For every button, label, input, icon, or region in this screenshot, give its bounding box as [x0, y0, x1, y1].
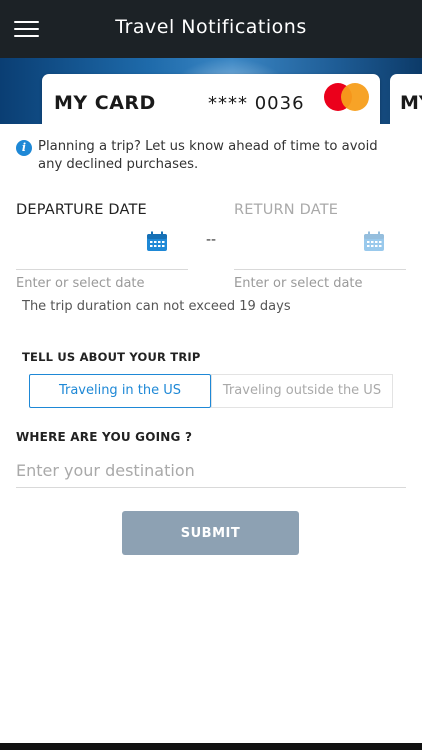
- trip-type-label: TELL US ABOUT YOUR TRIP: [22, 350, 201, 364]
- date-separator: --: [206, 232, 217, 248]
- return-date-hint: Enter or select date: [234, 276, 363, 291]
- mastercard-logo-icon: [324, 83, 370, 111]
- departure-date-underline: [16, 269, 188, 270]
- next-card-tile[interactable]: MY: [390, 74, 422, 124]
- next-card-name: MY: [400, 92, 422, 114]
- calendar-icon[interactable]: [146, 231, 168, 252]
- trip-duration-note: The trip duration can not exceed 19 days: [22, 299, 291, 314]
- card-name: MY CARD: [54, 92, 156, 114]
- card-carousel[interactable]: MY CARD **** 0036 MY: [0, 58, 422, 124]
- departure-date-label: DEPARTURE DATE: [16, 202, 147, 218]
- traveling-outside-us-option[interactable]: Traveling outside the US: [211, 374, 393, 408]
- info-text: Planning a trip? Let us know ahead of ti…: [38, 139, 378, 172]
- calendar-icon[interactable]: [363, 231, 385, 252]
- return-date-underline: [234, 269, 406, 270]
- destination-label: WHERE ARE YOU GOING ?: [16, 430, 193, 444]
- bottom-edge-bar: [0, 743, 422, 750]
- page-title: Travel Notifications: [115, 16, 307, 38]
- card-tile[interactable]: MY CARD **** 0036: [42, 74, 380, 124]
- destination-input[interactable]: [16, 454, 406, 488]
- info-icon: i: [16, 140, 32, 156]
- traveling-in-us-option[interactable]: Traveling in the US: [29, 374, 211, 408]
- card-number: **** 0036: [208, 93, 305, 114]
- departure-date-hint: Enter or select date: [16, 276, 145, 291]
- submit-button[interactable]: SUBMIT: [122, 511, 299, 555]
- return-date-label: RETURN DATE: [234, 202, 339, 218]
- top-app-bar: Travel Notifications: [0, 0, 422, 58]
